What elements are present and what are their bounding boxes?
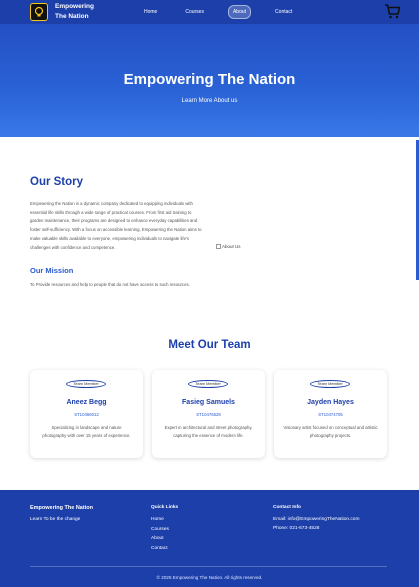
contact-email: Email: info@EmpoweringTheNation.com	[273, 517, 360, 522]
team-cards: Team Member Aneez Begg ST10466012 Specia…	[30, 370, 387, 460]
brand-name: Empowering The Nation	[55, 3, 95, 20]
hero-title: Empowering The Nation	[123, 71, 296, 88]
team-title: Meet Our Team	[168, 339, 251, 351]
hero-subtitle: Learn More About us	[181, 98, 238, 104]
about-us-image: About Us	[216, 244, 241, 250]
footer-tagline: Learn To be the change	[30, 517, 81, 522]
footer-brand: Empowering The Nation	[30, 505, 93, 511]
brand[interactable]: Empowering The Nation	[30, 2, 105, 22]
copyright: © 2025 Empowering The Nation. All rights…	[156, 575, 263, 580]
team-member-name: Aneez Begg	[66, 399, 107, 406]
team-member-description: Specializing in landscape and nature pho…	[42, 425, 131, 438]
nav-link-about[interactable]: About	[227, 5, 252, 19]
story-text: Empowering the Nation is a dynamic compa…	[30, 201, 202, 250]
story-title: Our Story	[30, 176, 84, 188]
footer-link-courses[interactable]: Courses	[151, 527, 178, 532]
team-member-image: Team Member	[188, 380, 228, 388]
broken-image-icon	[216, 244, 221, 250]
footer-link-home[interactable]: Home	[151, 517, 178, 522]
nav-links: Home Courses About Contact	[140, 5, 316, 19]
footer-about: Empowering The Nation Learn To be the ch…	[30, 505, 93, 522]
team-card: Team Member Jayden Hayes ST10474705 Visi…	[274, 370, 387, 458]
quick-links-title: Quick Links	[151, 505, 179, 510]
team-member-description: Visionary artist focused on conceptual a…	[283, 425, 378, 438]
logo-icon	[30, 3, 48, 21]
footer-divider	[30, 566, 387, 567]
footer-quick-links: Quick Links Home Courses About Contact	[151, 505, 178, 551]
footer: Empowering The Nation Learn To be the ch…	[0, 490, 419, 587]
mission-title: Our Mission	[30, 266, 74, 276]
cart-icon[interactable]	[384, 3, 401, 20]
footer-link-about[interactable]: About	[151, 536, 178, 541]
nav-link-home[interactable]: Home	[140, 6, 161, 18]
footer-contact: Contact Info Email: info@EmpoweringTheNa…	[273, 505, 359, 531]
contact-phone: Phone: 021-673-4528	[273, 526, 320, 531]
navbar: Empowering The Nation Home Courses About…	[0, 0, 419, 24]
nav-link-courses[interactable]: Courses	[181, 6, 208, 18]
nav-link-contact[interactable]: Contact	[271, 6, 296, 18]
contact-info-title: Contact Info	[273, 505, 301, 510]
story-section: Our Story Empowering the Nation is a dyn…	[30, 176, 205, 290]
team-member-id: ST10466012	[74, 412, 99, 417]
hero-banner: Empowering The Nation Learn More About u…	[0, 24, 419, 137]
team-member-image: Team Member	[66, 380, 106, 388]
about-us-image-alt: About Us	[222, 244, 241, 249]
mission-text: To Provide resources and help to people …	[30, 282, 190, 288]
team-card: Team Member Aneez Begg ST10466012 Specia…	[30, 370, 143, 458]
team-card: Team Member Fasieg Samuels ST10476528 Ex…	[152, 370, 265, 458]
team-member-description: Expert in architectural and street photo…	[164, 425, 253, 438]
team-member-name: Jayden Hayes	[307, 399, 354, 406]
team-member-id: ST10476528	[196, 412, 221, 417]
team-member-image: Team Member	[310, 380, 350, 388]
team-member-name: Fasieg Samuels	[182, 399, 235, 406]
team-member-id: ST10474705	[318, 412, 343, 417]
footer-link-contact[interactable]: Contact	[151, 546, 178, 551]
